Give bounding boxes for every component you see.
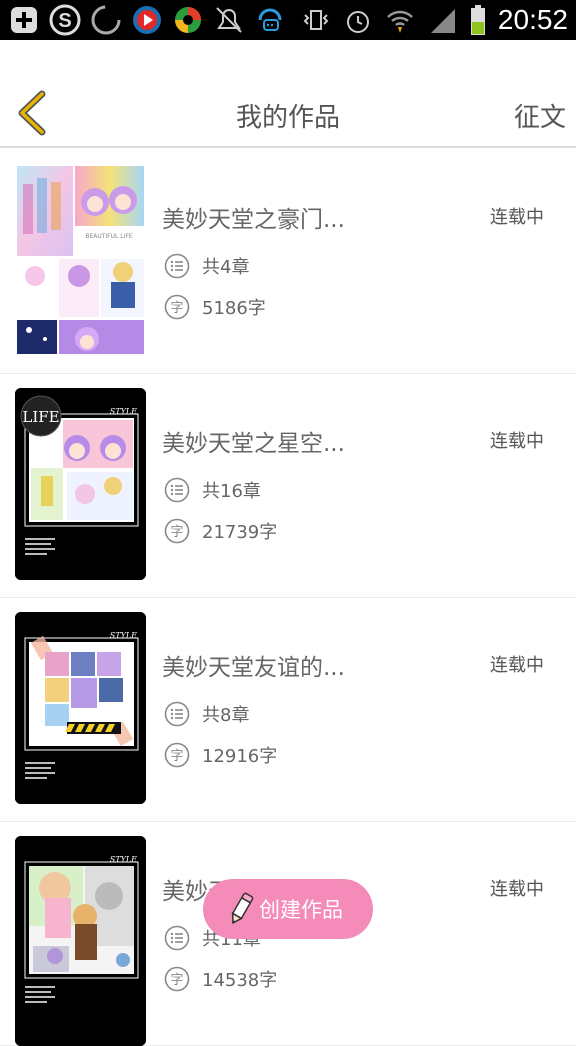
work-status: 连载中 (490, 207, 544, 228)
create-work-label: 创建作品 (259, 898, 343, 922)
list-icon (164, 253, 190, 279)
svg-text:字: 字 (170, 973, 183, 988)
work-item[interactable]: STYLE 美妙天堂友谊的... 连载中 共8章 字 12916字 (0, 598, 576, 822)
plus-notification-icon (8, 4, 40, 36)
word-count-text: 12916字 (202, 746, 278, 767)
chapter-count-text: 共4章 (202, 257, 250, 278)
create-work-button[interactable]: 创建作品 (203, 879, 373, 939)
chapter-count: 共16章 (164, 477, 261, 503)
s-app-icon: S (49, 4, 81, 36)
work-cover-image: STYLE (15, 836, 146, 1046)
work-cover-image: STYLE LIFE (15, 388, 146, 580)
word-count: 字 21739字 (164, 518, 277, 544)
list-icon (164, 925, 190, 951)
character-icon: 字 (164, 518, 190, 544)
colorful-app-icon (172, 4, 204, 36)
muted-bell-icon (213, 4, 245, 36)
signal-icon (426, 4, 458, 36)
cover-style-label: STYLE (110, 407, 137, 416)
svg-text:字: 字 (170, 749, 183, 764)
chapter-count: 共4章 (164, 253, 249, 279)
word-count-text: 21739字 (202, 522, 278, 543)
word-count: 字 14538字 (164, 966, 277, 992)
work-status: 连载中 (490, 655, 544, 676)
alarm-icon (342, 4, 374, 36)
work-status: 连载中 (490, 879, 544, 900)
word-count-text: 14538字 (202, 970, 278, 991)
work-title: 美妙天堂友谊的... (162, 655, 345, 681)
work-title: 美妙天堂之星空... (162, 431, 345, 457)
cover-caption: BEAUTIFUL LIFE (85, 233, 132, 240)
character-icon: 字 (164, 742, 190, 768)
battery-icon (468, 4, 488, 36)
cover-style-label: STYLE (110, 855, 137, 864)
work-item[interactable]: STYLE LIFE 美妙天堂之星空... 连载中 共16章 字 21739字 (0, 374, 576, 598)
wifi-icon (384, 4, 416, 36)
list-icon (164, 701, 190, 727)
chapter-count-text: 共16章 (202, 481, 261, 502)
character-icon: 字 (164, 294, 190, 320)
pencil-icon (231, 892, 254, 925)
svg-text:S: S (58, 10, 71, 32)
chapter-count-text: 共8章 (202, 705, 250, 726)
status-bar: S 20:52 (0, 0, 576, 40)
work-item[interactable]: BEAUTIFUL LIFE 美妙天堂之豪门... 连载中 共4章 字 5186… (0, 150, 576, 374)
character-icon: 字 (164, 966, 190, 992)
list-icon (164, 477, 190, 503)
work-cover-image: STYLE (15, 612, 146, 804)
chapter-count: 共8章 (164, 701, 249, 727)
clock: 20:52 (497, 4, 568, 35)
svg-text:字: 字 (170, 301, 183, 316)
work-status: 连载中 (490, 431, 544, 452)
contest-button[interactable]: 征文 (514, 97, 566, 134)
work-cover-image: BEAUTIFUL LIFE (15, 164, 146, 356)
page-title: 我的作品 (235, 103, 340, 133)
svg-text:字: 字 (170, 525, 183, 540)
play-app-icon (131, 4, 163, 36)
title-bar: 我的作品 征文 (0, 40, 576, 148)
chat-app-icon (254, 4, 286, 36)
vibrate-icon (300, 4, 332, 36)
word-count-text: 5186字 (202, 298, 266, 319)
word-count: 字 12916字 (164, 742, 277, 768)
cover-life-label: LIFE (22, 408, 59, 426)
word-count: 字 5186字 (164, 294, 266, 320)
work-title: 美妙天堂之豪门... (162, 207, 345, 233)
loading-circle-icon (90, 4, 122, 36)
cover-style-label: STYLE (110, 631, 137, 640)
